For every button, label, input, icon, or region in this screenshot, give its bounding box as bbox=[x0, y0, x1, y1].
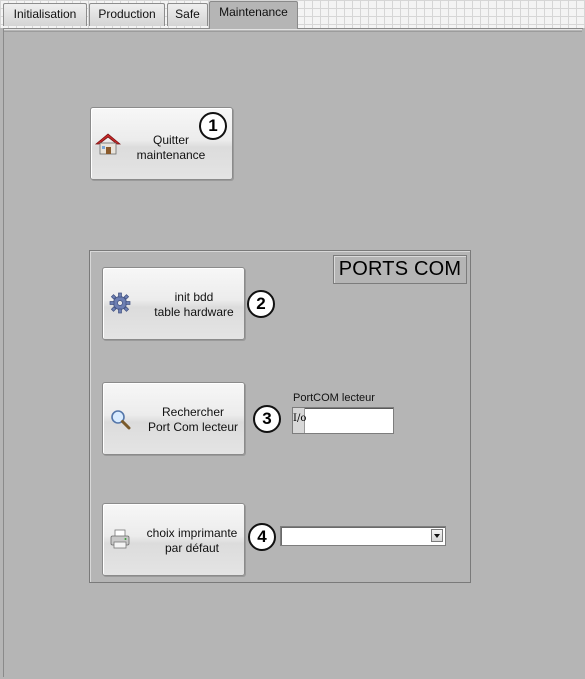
search-port-com-button[interactable]: Rechercher Port Com lecteur bbox=[102, 382, 245, 455]
init-bdd-button[interactable]: init bdd table hardware bbox=[102, 267, 245, 340]
printer-icon bbox=[109, 528, 131, 553]
chevron-down-icon[interactable] bbox=[431, 529, 443, 542]
tab-initialisation[interactable]: Initialisation bbox=[3, 3, 87, 26]
choose-printer-button[interactable]: choix imprimante par défaut bbox=[102, 503, 245, 576]
io-prefix-icon: I/o bbox=[293, 408, 306, 433]
tab-production[interactable]: Production bbox=[89, 3, 165, 26]
portcom-lecteur-field[interactable]: I/o bbox=[292, 407, 394, 434]
panel-top-bevel bbox=[4, 29, 582, 32]
callout-badge-3: 3 bbox=[253, 405, 281, 433]
printer-select[interactable] bbox=[280, 526, 446, 546]
gear-icon bbox=[109, 292, 131, 317]
tab-maintenance[interactable]: Maintenance bbox=[209, 1, 298, 29]
callout-badge-4: 4 bbox=[248, 523, 276, 551]
tab-safe[interactable]: Safe bbox=[167, 3, 208, 26]
portcom-field-label: PortCOM lecteur bbox=[293, 392, 375, 404]
callout-badge-2: 2 bbox=[247, 290, 275, 318]
choose-printer-label: choix imprimante par défaut bbox=[146, 526, 238, 555]
search-port-com-label: Rechercher Port Com lecteur bbox=[147, 405, 239, 434]
callout-badge-1: 1 bbox=[199, 112, 227, 140]
home-icon bbox=[94, 132, 122, 159]
magnifier-icon bbox=[109, 408, 131, 433]
init-bdd-button-label: init bdd table hardware bbox=[154, 290, 234, 319]
ports-com-title: PORTS COM bbox=[333, 255, 467, 284]
